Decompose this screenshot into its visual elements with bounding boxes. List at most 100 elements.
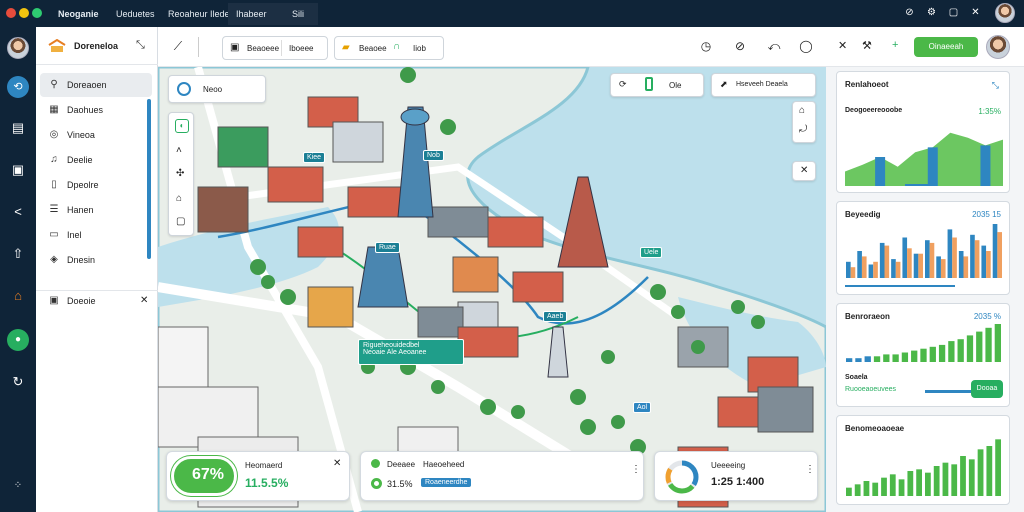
- callout-subtitle: Neoaie Ale Aeoanee: [363, 349, 427, 356]
- chat-icon[interactable]: ◯: [798, 39, 814, 55]
- stat-card-right[interactable]: Ueeeeing 1:25 1:400 ⋮: [654, 451, 818, 501]
- map-pin-label[interactable]: Nob: [423, 150, 444, 161]
- city-map[interactable]: Kiee Nob Uele Aaeb Ruae Aol Rigueheouide…: [158, 67, 826, 512]
- card-title: Heomaerd: [245, 461, 283, 470]
- gear-icon[interactable]: ⚙: [926, 7, 937, 18]
- sidebar-item-7[interactable]: ◈ Dnesin: [40, 248, 152, 272]
- bar: [884, 245, 890, 278]
- upload-icon[interactable]: ⇧: [7, 243, 29, 265]
- map-callout[interactable]: Rigueheouidedbel Neoaie Ale Aeoanee: [358, 339, 464, 365]
- bar: [933, 466, 940, 496]
- divider: [281, 40, 282, 56]
- maximize-window-dot[interactable]: [32, 8, 42, 18]
- more-icon[interactable]: ⁘: [7, 475, 29, 497]
- close-icon[interactable]: ✕: [838, 39, 847, 52]
- add-icon[interactable]: +: [892, 39, 898, 51]
- building-icon[interactable]: ▤: [7, 117, 29, 139]
- home-icon[interactable]: ⌂: [7, 285, 29, 307]
- map-pin-label[interactable]: Aol: [633, 402, 652, 413]
- share-icon[interactable]: <: [7, 201, 29, 223]
- photo-icon[interactable]: ▢: [176, 216, 185, 227]
- chart-card-3[interactable]: Benroraeon 2035 % Soaela Ruooeaoeuvees D…: [836, 303, 1010, 407]
- refresh-icon[interactable]: ↻: [7, 371, 29, 393]
- chart-card-1[interactable]: Renlahoeot ⤡ Deogoeereooobe 1:35%: [836, 71, 1010, 193]
- more-icon[interactable]: ⋮: [631, 464, 641, 475]
- map-pin-label[interactable]: Ruae: [375, 242, 400, 253]
- compass-icon[interactable]: ⊘: [732, 39, 748, 55]
- bar: [960, 456, 966, 496]
- sidebar-item-5[interactable]: ☰ Hanen: [40, 198, 152, 222]
- layer-switcher[interactable]: ⟳ Ole: [610, 73, 704, 97]
- layer-menu[interactable]: ⬈ Hseveeh Deaela: [711, 73, 816, 97]
- toolbar-button-b[interactable]: Iboeee: [289, 44, 313, 53]
- help-icon[interactable]: ⊘: [904, 7, 915, 18]
- percent-pill: 67%: [171, 456, 237, 496]
- lock-icon[interactable]: ⌂: [176, 193, 182, 204]
- collapse-icon[interactable]: ⤡: [136, 39, 145, 52]
- expand-icon[interactable]: ⤡: [992, 80, 999, 91]
- bar: [861, 256, 867, 278]
- move-icon[interactable]: ✣: [176, 168, 184, 179]
- pin-icon[interactable]: ⚒: [862, 39, 872, 52]
- tab-1[interactable]: Ueduetes: [108, 3, 163, 25]
- sidebar-footer-item[interactable]: ▣ Doeoie ✕: [40, 289, 152, 313]
- sidebar-item-6[interactable]: ▭ Inel: [40, 223, 152, 247]
- chart-subtitle: Deogoeereooobe: [845, 107, 903, 114]
- sidebar-item-1[interactable]: ▦ Daohues: [40, 98, 152, 122]
- tab-2[interactable]: Reoaheur Ilede: [160, 3, 238, 25]
- compass-icon[interactable]: ⟲: [7, 76, 29, 98]
- drop-icon[interactable]: ◐: [175, 119, 189, 133]
- progress-ring-icon: [371, 478, 382, 489]
- sidebar-item-4[interactable]: ▯ Dpeolre: [40, 173, 152, 197]
- toolbar-button-a[interactable]: Beaoeee: [247, 44, 279, 53]
- apply-button[interactable]: Dooaa: [971, 380, 1003, 398]
- row-value: 31.5%: [387, 479, 413, 489]
- close-map-tool[interactable]: ✕: [792, 161, 816, 181]
- close-icon[interactable]: ✕: [333, 458, 341, 469]
- close-icon[interactable]: ✕: [140, 295, 148, 306]
- slider-track[interactable]: [925, 390, 973, 393]
- clock-icon[interactable]: ◷: [698, 39, 714, 55]
- chart-card-4[interactable]: Benomeoaoeae: [836, 415, 1010, 505]
- bar: [891, 259, 896, 278]
- user-avatar[interactable]: [986, 35, 1010, 59]
- chat-icon[interactable]: ●: [7, 329, 29, 351]
- measure-icon[interactable]: ⟋: [170, 39, 186, 55]
- sidebar-item-3[interactable]: ♫ Deelie: [40, 148, 152, 172]
- side-panel-title: Doreneloa: [74, 41, 119, 51]
- close-window-dot[interactable]: [6, 8, 16, 18]
- bar-chart: [845, 224, 1002, 287]
- stat-card-left[interactable]: 67% Heomaerd 11.5.5% ✕: [166, 451, 350, 501]
- map-search[interactable]: Neoo: [168, 75, 266, 103]
- map-pin-label[interactable]: Aaeb: [543, 311, 568, 322]
- clipboard-icon: ▭: [49, 229, 59, 240]
- sidebar-item-2[interactable]: ◎ Vineoa: [40, 123, 152, 147]
- more-icon[interactable]: ⋮: [805, 464, 815, 475]
- video-icon[interactable]: ▣: [7, 159, 29, 181]
- window-icon[interactable]: ▢: [948, 7, 959, 18]
- close-icon[interactable]: ✕: [970, 7, 981, 18]
- chart-card-2[interactable]: Beyeedig 2035 15: [836, 201, 1010, 295]
- tab-4[interactable]: Sili: [284, 3, 312, 25]
- zoom-in-icon[interactable]: ⌂: [799, 105, 805, 116]
- stat-card-middle[interactable]: Deeaee Haeoeheed 31.5% Roaeneerdhe ⋮: [360, 451, 644, 501]
- map-canvas[interactable]: [158, 67, 826, 512]
- minimize-window-dot[interactable]: [19, 8, 29, 18]
- sidebar-item-0[interactable]: ⚲ Doreaoen: [40, 73, 152, 97]
- toolbar-button-c[interactable]: Beaoee: [359, 44, 387, 53]
- user-avatar[interactable]: [995, 3, 1015, 23]
- bar: [985, 327, 992, 362]
- map-pin-label[interactable]: Uele: [640, 247, 663, 258]
- rotate-icon[interactable]: ⤾: [799, 124, 807, 135]
- map-pin-label[interactable]: Kiee: [303, 152, 326, 163]
- chevron-up-icon[interactable]: ˄: [176, 145, 182, 156]
- pen-icon[interactable]: ⤺: [766, 39, 782, 55]
- toolbar-button-d[interactable]: Iiob: [413, 44, 426, 53]
- tab-0[interactable]: Neoganie: [50, 3, 107, 25]
- chart-title: Beyeedig: [845, 210, 881, 219]
- sidebar-scrollbar[interactable]: [147, 99, 151, 259]
- search-icon: ⚲: [50, 79, 58, 90]
- bar: [947, 229, 953, 278]
- primary-action-button[interactable]: Oinaeeah: [914, 37, 978, 57]
- profile-avatar[interactable]: [7, 37, 29, 59]
